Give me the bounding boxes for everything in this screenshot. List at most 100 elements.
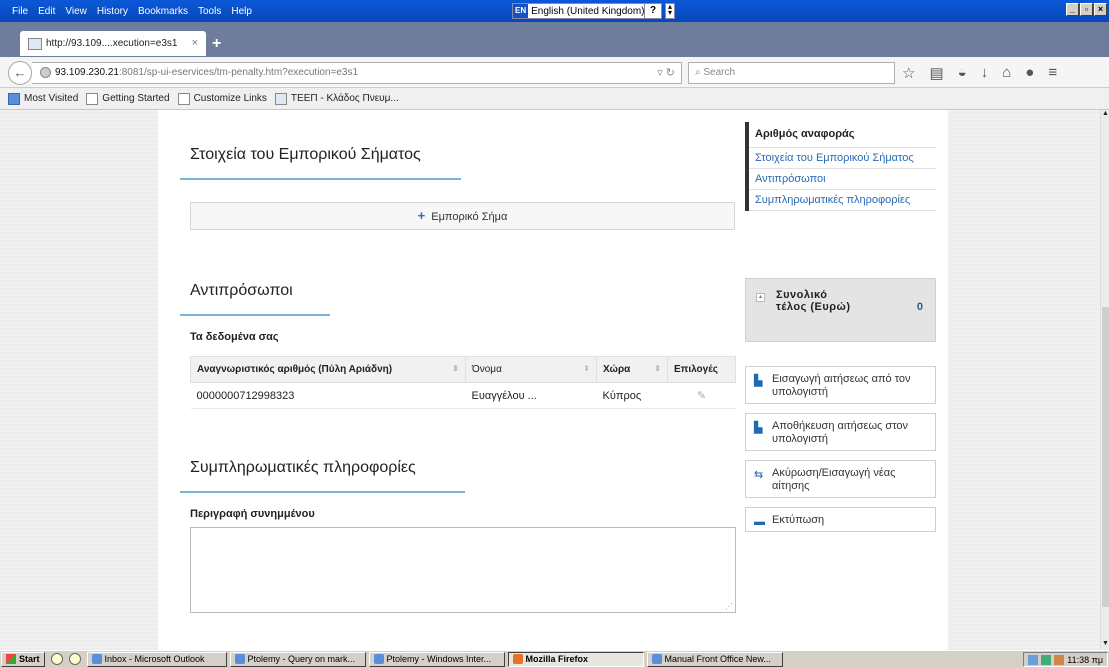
save-application-label: Αποθήκευση αιτήσεως στον υπολογιστή: [772, 420, 909, 445]
menu-help[interactable]: Help: [231, 6, 252, 17]
bookmark-label: Getting Started: [102, 93, 170, 104]
task-ptolemy-query[interactable]: Ptolemy - Query on mark...: [229, 651, 366, 667]
additional-info-section-title: Συμπληρωματικές πληροφορίες: [180, 459, 465, 493]
import-application-label: Εισαγωγή αιτήσεως από τον υπολογιστή: [772, 373, 911, 398]
outlook-icon: [91, 654, 102, 664]
representatives-section-title: Αντιπρόσωποι: [180, 282, 330, 316]
edit-pencil-icon[interactable]: ✎: [697, 390, 706, 402]
taskbar: Start Inbox - Microsoft Outlook Ptolemy …: [0, 650, 1109, 667]
url-bar[interactable]: 93.109.230.21:8081/sp-ui-eservices/tm-pe…: [32, 62, 682, 84]
toolbar-icons: ☆ ▤ ◒ ↓ ⌂ ● ≡: [902, 64, 1057, 82]
url-host: 93.109.230.21: [55, 67, 119, 78]
tab-close-icon[interactable]: ×: [192, 37, 198, 49]
nav-link-trademark[interactable]: Στοιχεία του Εμπορικού Σήματος: [749, 148, 936, 169]
total-fee-box: ▴ Συνολικό τέλος (Ευρώ) 0: [745, 278, 936, 342]
bookmark-star-icon[interactable]: ☆: [902, 64, 915, 82]
bookmark-label: ΤΕΕΠ - Κλάδος Πνευμ...: [290, 93, 399, 104]
menu-view[interactable]: View: [65, 6, 87, 17]
column-header-id[interactable]: Αναγνωριστικός αριθμός (Πύλη Αριάδνη) ⬍: [190, 356, 466, 383]
add-trademark-button[interactable]: + Εμπορικό Σήμα: [190, 202, 735, 230]
column-header-name[interactable]: Όνομα ⬍: [465, 356, 597, 383]
attachment-description-label: Περιγραφή συνημμένου: [190, 508, 315, 520]
tray-network-icon[interactable]: [1028, 654, 1039, 665]
quicklaunch-browser-icon[interactable]: [68, 653, 81, 665]
sort-icon: ⬍: [452, 364, 459, 373]
tab-favicon-icon: [28, 37, 42, 50]
cell-country: Κύπρος: [596, 382, 668, 409]
section-nav: Αριθμός αναφοράς Στοιχεία του Εμπορικού …: [745, 122, 936, 211]
site-favicon-icon: [274, 92, 287, 105]
chat-icon[interactable]: ●: [1025, 64, 1034, 82]
download-icon[interactable]: ↓: [981, 64, 989, 82]
sort-icon: ⬍: [654, 364, 661, 373]
menu-bookmarks[interactable]: Bookmarks: [138, 6, 188, 17]
attachment-description-textarea[interactable]: ⋰: [190, 527, 736, 613]
scroll-thumb[interactable]: [1102, 307, 1109, 607]
language-help-icon[interactable]: ?: [644, 3, 662, 19]
your-data-label: Τα δεδομένα σας: [190, 331, 279, 343]
search-placeholder: Search: [703, 67, 736, 78]
file-import-icon: ▙: [754, 375, 763, 387]
cell-name: Ευαγγέλου ...: [465, 382, 597, 409]
table-row: 0000000712998323 Ευαγγέλου ... Κύπρος ✎: [190, 382, 736, 409]
cancel-new-application-label: Ακύρωση/Εισαγωγή νέας αίτησης: [772, 467, 896, 492]
column-header-country[interactable]: Χώρα ⬍: [596, 356, 668, 383]
quicklaunch-outlook-icon[interactable]: [50, 653, 63, 665]
import-application-button[interactable]: ▙ Εισαγωγή αιτήσεως από τον υπολογιστή: [745, 366, 936, 404]
expand-icon[interactable]: ▴: [756, 293, 765, 302]
restore-button[interactable]: ▫: [1080, 3, 1093, 16]
plus-icon: +: [417, 208, 426, 223]
reload-icon[interactable]: ▿ ↻: [657, 63, 675, 83]
task-manual[interactable]: Manual Front Office New...: [646, 651, 783, 667]
browser-tab[interactable]: http://93.109....xecution=e3s1 ×: [20, 31, 206, 56]
back-button[interactable]: ←: [8, 61, 32, 85]
new-tab-button[interactable]: +: [212, 35, 221, 53]
tray-security-icon[interactable]: [1041, 654, 1052, 665]
bookmark-getting-started[interactable]: Getting Started: [86, 92, 170, 105]
globe-icon: [40, 66, 51, 78]
scroll-up-icon[interactable]: ▲: [1101, 110, 1109, 120]
task-firefox[interactable]: Mozilla Firefox: [507, 651, 644, 667]
swap-icon: ⇆: [754, 469, 764, 481]
column-header-options: Επιλογές: [667, 356, 736, 383]
menu-history[interactable]: History: [97, 6, 128, 17]
reading-list-icon[interactable]: ▤: [929, 64, 943, 82]
bookmark-most-visited[interactable]: Most Visited: [8, 92, 78, 105]
cancel-new-application-button[interactable]: ⇆ Ακύρωση/Εισαγωγή νέας αίτησης: [745, 460, 936, 498]
home-icon[interactable]: ⌂: [1002, 64, 1011, 82]
bookmark-teep[interactable]: ΤΕΕΠ - Κλάδος Πνευμ...: [274, 92, 399, 105]
menu-icon[interactable]: ≡: [1048, 64, 1057, 82]
representatives-table: Αναγνωριστικός αριθμός (Πύλη Αριάδνη) ⬍ Ό…: [190, 356, 736, 409]
menu-file[interactable]: File: [12, 6, 28, 17]
total-fee-label: Συνολικό τέλος (Ευρώ): [776, 289, 851, 313]
language-label: English (United Kingdom): [531, 5, 645, 17]
menu-tools[interactable]: Tools: [198, 6, 221, 17]
clock: 11:38 πμ: [1067, 654, 1103, 665]
tray-app-icon[interactable]: [1054, 654, 1065, 665]
file-save-icon: ▙: [754, 422, 763, 434]
scroll-down-icon[interactable]: ▼: [1101, 640, 1109, 650]
nav-link-representatives[interactable]: Αντιπρόσωποι: [749, 169, 936, 190]
save-application-button[interactable]: ▙ Αποθήκευση αιτήσεως στον υπολογιστή: [745, 413, 936, 451]
cell-id: 0000000712998323: [190, 382, 466, 409]
print-button[interactable]: ▬ Εκτύπωση: [745, 507, 936, 532]
pocket-icon[interactable]: ◒: [958, 64, 967, 82]
nav-link-additional-info[interactable]: Συμπληρωματικές πληροφορίες: [749, 190, 936, 211]
print-label: Εκτύπωση: [772, 514, 825, 526]
start-button[interactable]: Start: [1, 651, 45, 667]
reference-number-label: Αριθμός αναφοράς: [749, 122, 936, 148]
task-outlook[interactable]: Inbox - Microsoft Outlook: [86, 651, 227, 667]
minimize-button[interactable]: _: [1066, 3, 1079, 16]
search-input[interactable]: ⌕ Search: [688, 62, 895, 84]
menu-edit[interactable]: Edit: [38, 6, 55, 17]
windows-logo-icon: [6, 654, 16, 664]
vertical-scrollbar[interactable]: ▲ ▼: [1100, 110, 1109, 650]
bookmarks-bar: Most Visited Getting Started Customize L…: [0, 88, 1109, 110]
task-ptolemy-windows[interactable]: Ptolemy - Windows Inter...: [368, 651, 505, 667]
close-window-button[interactable]: ×: [1094, 3, 1107, 16]
language-selector[interactable]: EN English (United Kingdom): [512, 3, 650, 19]
language-options-icon[interactable]: ▴ ▾: [665, 3, 675, 19]
total-fee-value: 0: [916, 301, 923, 313]
resize-grip-icon[interactable]: ⋰: [725, 602, 733, 611]
bookmark-customize-links[interactable]: Customize Links: [177, 92, 267, 105]
